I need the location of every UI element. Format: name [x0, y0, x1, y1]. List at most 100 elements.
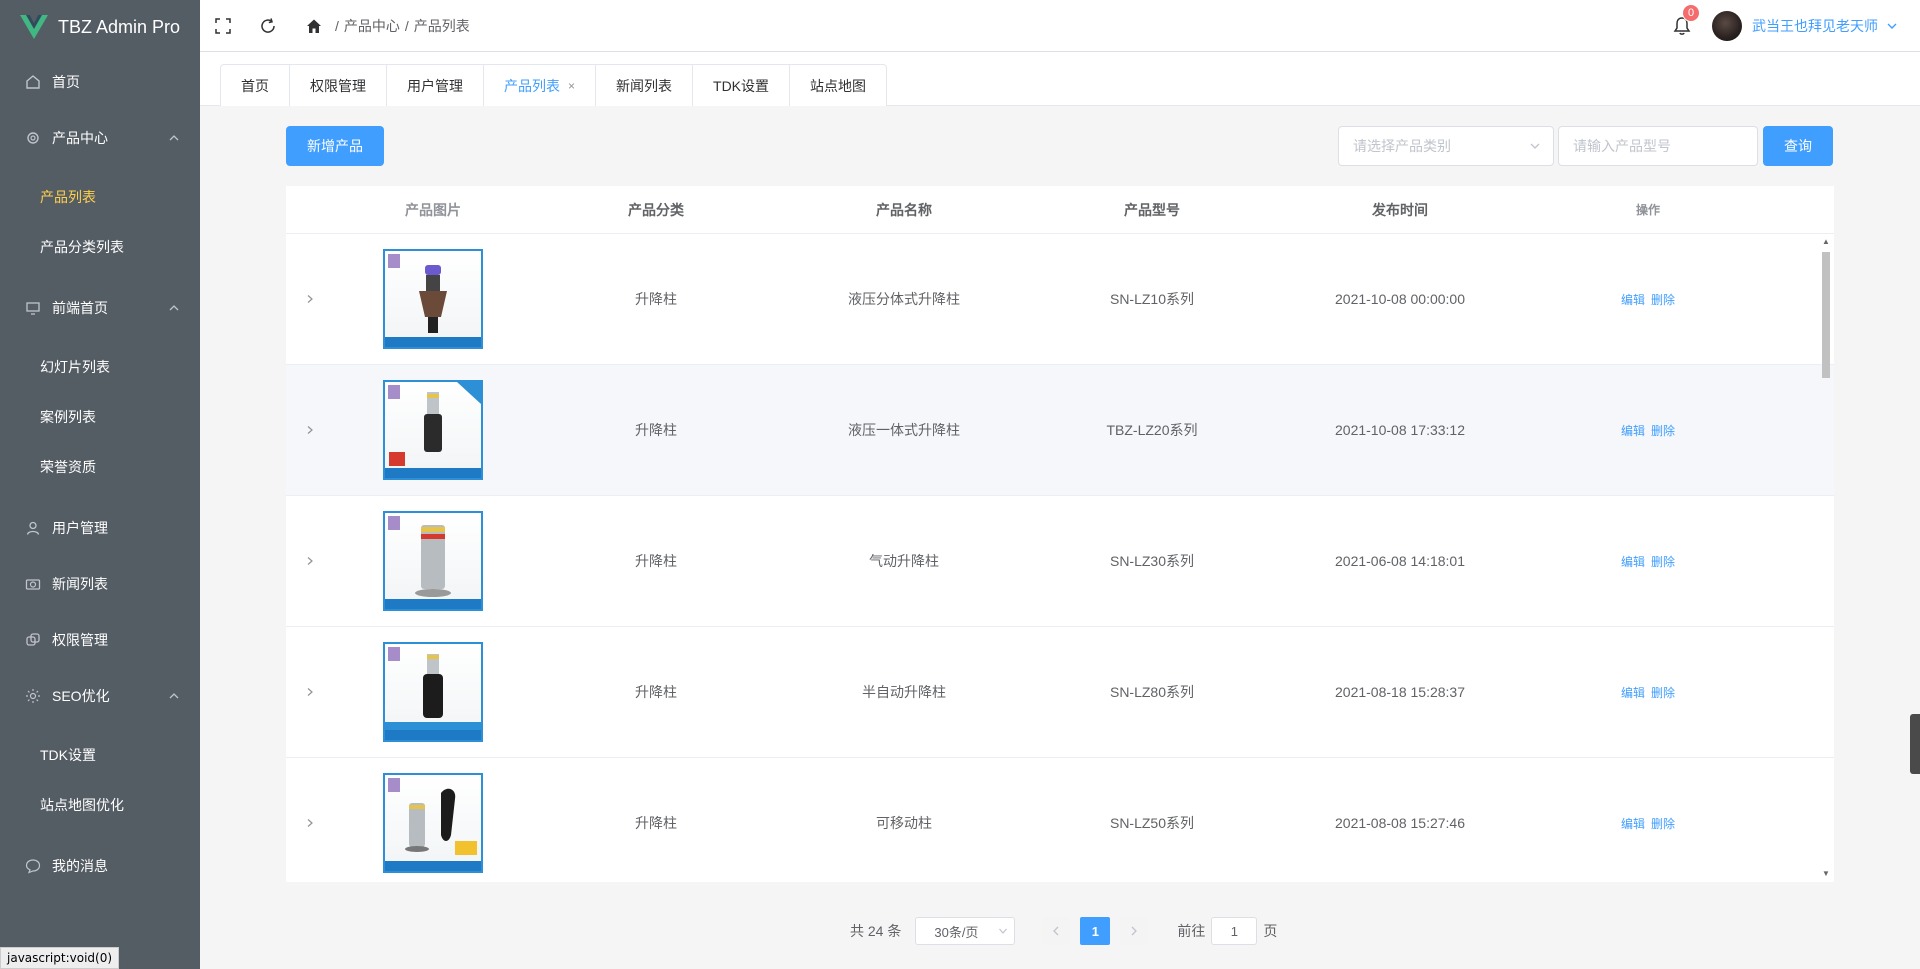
refresh-icon[interactable]: [258, 16, 278, 36]
tab-sitemap[interactable]: 站点地图: [789, 65, 886, 106]
sidebar-item-frontend-home[interactable]: 前端首页: [0, 280, 200, 336]
prev-page-button[interactable]: [1042, 917, 1071, 945]
column-header-category: 产品分类: [628, 201, 684, 218]
delete-button[interactable]: 删除: [1651, 424, 1675, 438]
page-number-current[interactable]: 1: [1080, 917, 1111, 945]
tab-close-icon[interactable]: ×: [568, 79, 575, 93]
sidebar-item-label: 用户管理: [52, 520, 108, 536]
tab-label: 站点地图: [810, 77, 867, 94]
edit-button[interactable]: 编辑: [1621, 555, 1645, 569]
row-expand-icon[interactable]: [286, 294, 334, 304]
tab-tdk[interactable]: TDK设置: [692, 65, 789, 106]
table-scrollbar[interactable]: ▲ ▼: [1821, 238, 1831, 878]
scroll-up-icon[interactable]: ▲: [1822, 238, 1830, 246]
product-thumbnail[interactable]: [383, 380, 483, 480]
breadcrumb-separator: /: [404, 17, 409, 34]
tab-label: 产品列表: [504, 77, 560, 94]
cell-actions: 编辑 删除: [1524, 684, 1772, 701]
tab-permissions[interactable]: 权限管理: [289, 65, 386, 106]
category-select[interactable]: 请选择产品类别: [1338, 126, 1554, 166]
sidebar-subitem-product-list[interactable]: 产品列表: [0, 172, 200, 222]
cell-name: 可移动柱: [876, 815, 932, 831]
product-thumbnail[interactable]: [383, 511, 483, 611]
row-expand-icon[interactable]: [286, 425, 334, 435]
home-icon: [24, 73, 42, 91]
sidebar-subitem-sitemap[interactable]: 站点地图优化: [0, 780, 200, 830]
product-thumbnail[interactable]: [383, 773, 483, 873]
row-expand-icon[interactable]: [286, 818, 334, 828]
edit-button[interactable]: 编辑: [1621, 424, 1645, 438]
floating-side-widget[interactable]: [1910, 714, 1920, 774]
sidebar-item-home[interactable]: 首页: [0, 54, 200, 110]
cell-actions: 编辑 删除: [1524, 553, 1772, 570]
sidebar-item-permissions[interactable]: 权限管理: [0, 612, 200, 668]
cell-time: 2021-08-08 15:27:46: [1335, 815, 1465, 831]
sidebar-subitem-slides[interactable]: 幻灯片列表: [0, 342, 200, 392]
thumbnail-banner: [385, 861, 481, 871]
tab-label: 首页: [241, 77, 269, 94]
table-row: 升降柱 液压一体式升降柱 TBZ-LZ20系列 2021-10-08 17:33…: [286, 365, 1834, 496]
scroll-down-icon[interactable]: ▼: [1822, 870, 1830, 878]
model-search-input[interactable]: [1558, 126, 1758, 166]
page-size-select[interactable]: 30条/页: [915, 917, 1016, 945]
app-logo[interactable]: TBZ Admin Pro: [0, 0, 200, 54]
delete-button[interactable]: 删除: [1651, 293, 1675, 307]
chevron-left-icon: [1053, 926, 1059, 936]
chevron-down-icon[interactable]: [1886, 20, 1898, 32]
scrollbar-thumb[interactable]: [1822, 252, 1830, 378]
edit-button[interactable]: 编辑: [1621, 293, 1645, 307]
edit-button[interactable]: 编辑: [1621, 686, 1645, 700]
delete-button[interactable]: 删除: [1651, 817, 1675, 831]
cell-name: 半自动升降柱: [862, 684, 946, 700]
sidebar-item-news[interactable]: 新闻列表: [0, 556, 200, 612]
add-product-button[interactable]: 新增产品: [286, 126, 384, 166]
user-name-dropdown[interactable]: 武当王也拜见老天师: [1752, 16, 1878, 36]
cell-name: 液压一体式升降柱: [848, 422, 960, 438]
column-header-image: 产品图片: [405, 201, 461, 218]
page-jumper-input[interactable]: [1211, 917, 1258, 945]
sidebar-item-users[interactable]: 用户管理: [0, 500, 200, 556]
table-row: 升降柱 液压分体式升降柱 SN-LZ10系列 2021-10-08 00:00:…: [286, 234, 1834, 365]
column-header-time: 发布时间: [1372, 201, 1428, 218]
home-icon[interactable]: [304, 16, 324, 36]
column-header-model: 产品型号: [1124, 201, 1180, 218]
row-expand-icon[interactable]: [286, 687, 334, 697]
sidebar-item-messages[interactable]: 我的消息: [0, 838, 200, 894]
tab-label: 用户管理: [407, 77, 463, 94]
chevron-up-icon: [169, 305, 179, 311]
row-expand-icon[interactable]: [286, 556, 334, 566]
sidebar-subitem-product-category-list[interactable]: 产品分类列表: [0, 222, 200, 272]
thumbnail-tag: [388, 385, 400, 399]
breadcrumb-item-product-center[interactable]: 产品中心: [344, 16, 400, 36]
delete-button[interactable]: 删除: [1651, 555, 1675, 569]
thumbnail-tag: [388, 254, 400, 268]
tab-label: 新闻列表: [616, 77, 673, 94]
sidebar-item-product-center[interactable]: 产品中心: [0, 110, 200, 166]
avatar[interactable]: [1712, 11, 1742, 41]
sidebar-item-label: 产品中心: [52, 130, 108, 146]
tab-product-list[interactable]: 产品列表 ×: [483, 65, 596, 107]
cell-actions: 编辑 删除: [1524, 291, 1772, 308]
tab-home[interactable]: 首页: [221, 65, 289, 106]
edit-button[interactable]: 编辑: [1621, 817, 1645, 831]
sidebar-item-seo[interactable]: SEO优化: [0, 668, 200, 724]
product-thumbnail[interactable]: [383, 642, 483, 742]
search-button[interactable]: 查询: [1763, 126, 1833, 166]
tab-news[interactable]: 新闻列表: [595, 65, 692, 106]
delete-button[interactable]: 删除: [1651, 686, 1675, 700]
sidebar-subitem-honors[interactable]: 荣誉资质: [0, 442, 200, 492]
next-page-button[interactable]: [1120, 917, 1149, 945]
fullscreen-icon[interactable]: [213, 16, 233, 36]
notification-button[interactable]: 0: [1672, 4, 1700, 37]
sidebar-subitem-cases[interactable]: 案例列表: [0, 392, 200, 442]
product-thumbnail[interactable]: [383, 249, 483, 349]
copy-icon: [24, 631, 42, 649]
tab-users[interactable]: 用户管理: [386, 65, 483, 106]
cell-time: 2021-08-18 15:28:37: [1335, 684, 1465, 700]
monitor-icon: [24, 299, 42, 317]
sidebar-subitem-tdk[interactable]: TDK设置: [0, 730, 200, 780]
sidebar-item-label: 新闻列表: [52, 576, 108, 592]
vue-logo-icon: [20, 15, 48, 39]
main-content: 新增产品 请选择产品类别 查询 产品图片 产品分类 产品名称 产品型号 发布时间…: [200, 106, 1920, 969]
cell-model: SN-LZ10系列: [1109, 291, 1195, 307]
